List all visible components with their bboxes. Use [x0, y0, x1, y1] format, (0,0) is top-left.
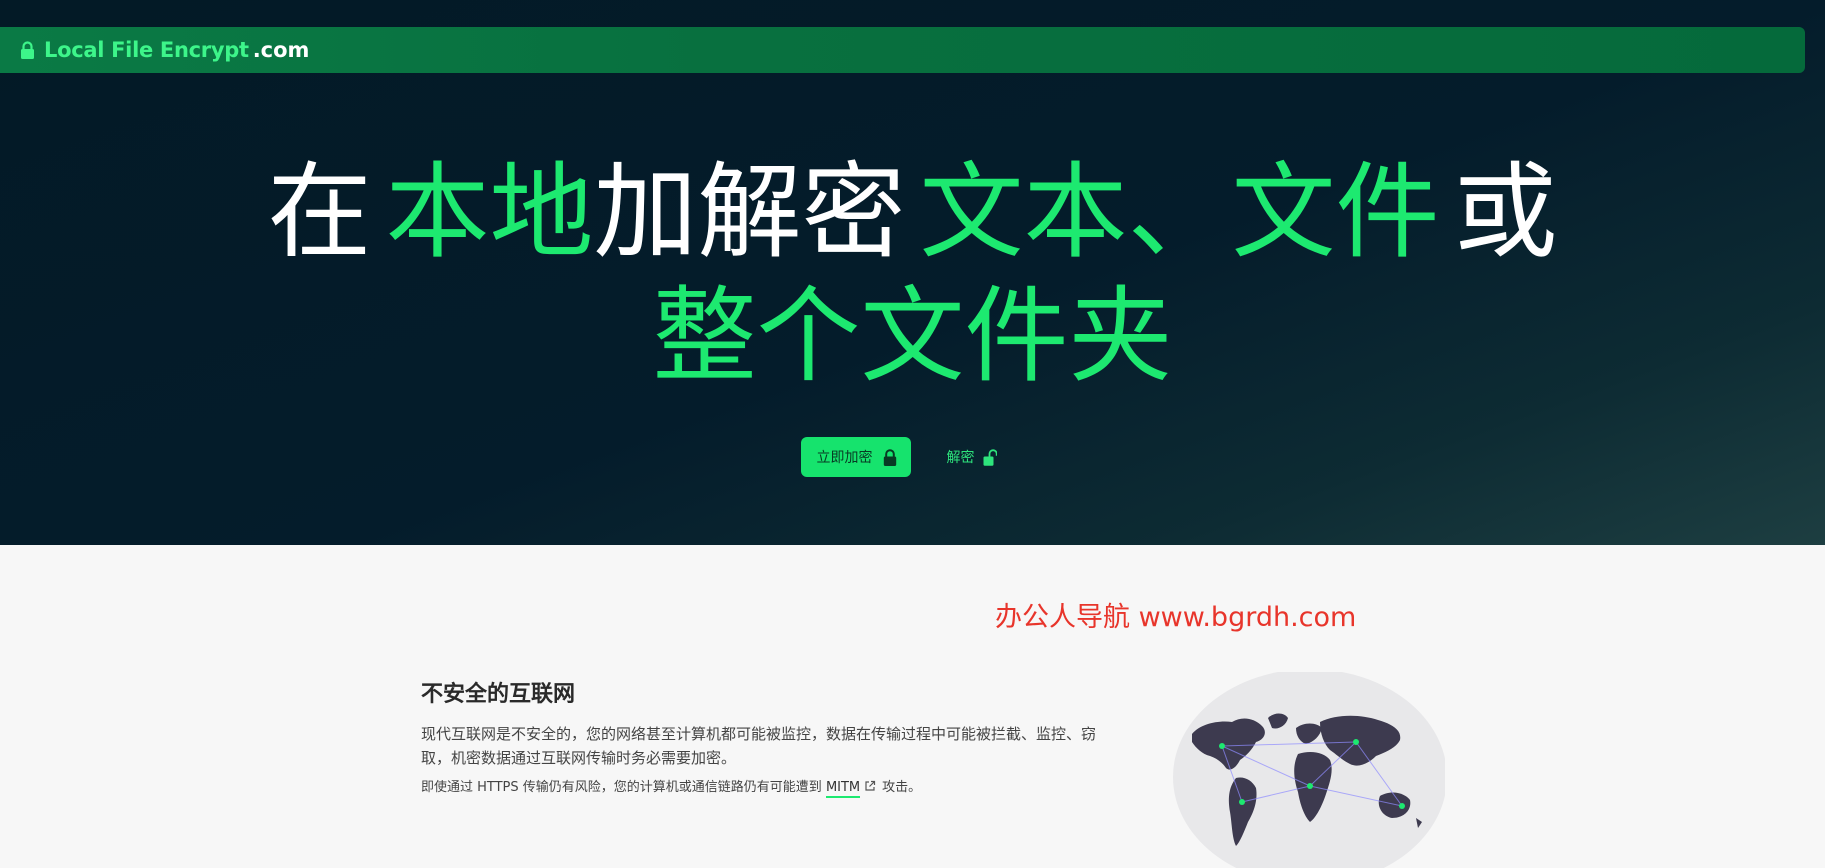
encrypt-button-label: 立即加密	[816, 449, 873, 465]
brand-name[interactable]: Local File Encrypt	[44, 38, 249, 62]
headline-line-1: 在本地加解密 文本、文件或	[0, 150, 1825, 274]
hero-section: Local File Encrypt .com 在本地加解密 文本、文件或 整个文…	[0, 0, 1825, 545]
watermark-text: 办公人导航 www.bgrdh.com	[995, 602, 1357, 633]
mitm-link[interactable]: MITM	[825, 780, 861, 798]
world-map-illustration	[1173, 672, 1445, 868]
headline-highlight: 文件	[1231, 151, 1440, 273]
section-title: 不安全的互联网	[421, 682, 576, 707]
note-text-end: 攻击。	[882, 780, 922, 795]
headline-word: 在	[267, 151, 372, 273]
unlock-icon	[983, 448, 997, 466]
hero-headline: 在本地加解密 文本、文件或 整个文件夹	[0, 150, 1825, 398]
headline-line-2: 整个文件夹	[652, 275, 1173, 397]
encrypt-now-button[interactable]: 立即加密	[800, 437, 911, 477]
lock-icon	[883, 448, 896, 466]
section-note: 即使通过 HTTPS 传输仍有风险，您的计算机或通信链路仍有可能遭到 MITM …	[421, 777, 1121, 799]
decrypt-button[interactable]: 解密	[941, 437, 1003, 477]
headline-highlight: 文本、	[919, 151, 1232, 273]
section-paragraph: 现代互联网是不安全的，您的网络甚至计算机都可能被监控，数据在传输过程中可能被拦截…	[421, 725, 1097, 767]
top-navbar: Local File Encrypt .com	[0, 27, 1805, 73]
lock-icon	[21, 41, 34, 59]
headline-highlight: 本地	[385, 151, 594, 273]
hero-actions: 立即加密 解密	[0, 437, 1825, 477]
headline-word: 或	[1453, 151, 1558, 273]
external-link-icon	[865, 780, 876, 791]
decrypt-button-label: 解密	[946, 449, 975, 465]
insecure-internet-section: 不安全的互联网 现代互联网是不安全的，您的网络甚至计算机都可能被监控，数据在传输…	[421, 676, 1121, 799]
note-text: 即使通过 HTTPS 传输仍有风险，您的计算机或通信链路仍有可能遭到	[421, 780, 822, 795]
brand-suffix[interactable]: .com	[253, 38, 310, 62]
headline-word: 加解密	[593, 151, 906, 273]
